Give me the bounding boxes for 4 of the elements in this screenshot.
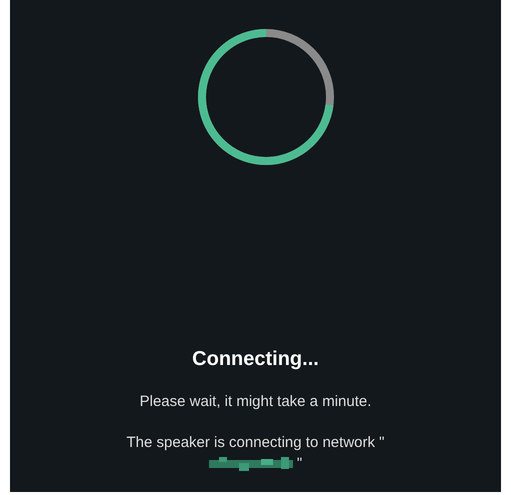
network-message: The speaker is connecting to network "	[126, 434, 384, 451]
wait-message: Please wait, it might take a minute.	[140, 393, 372, 410]
closing-quote: "	[296, 455, 302, 472]
status-title: Connecting...	[192, 348, 319, 371]
